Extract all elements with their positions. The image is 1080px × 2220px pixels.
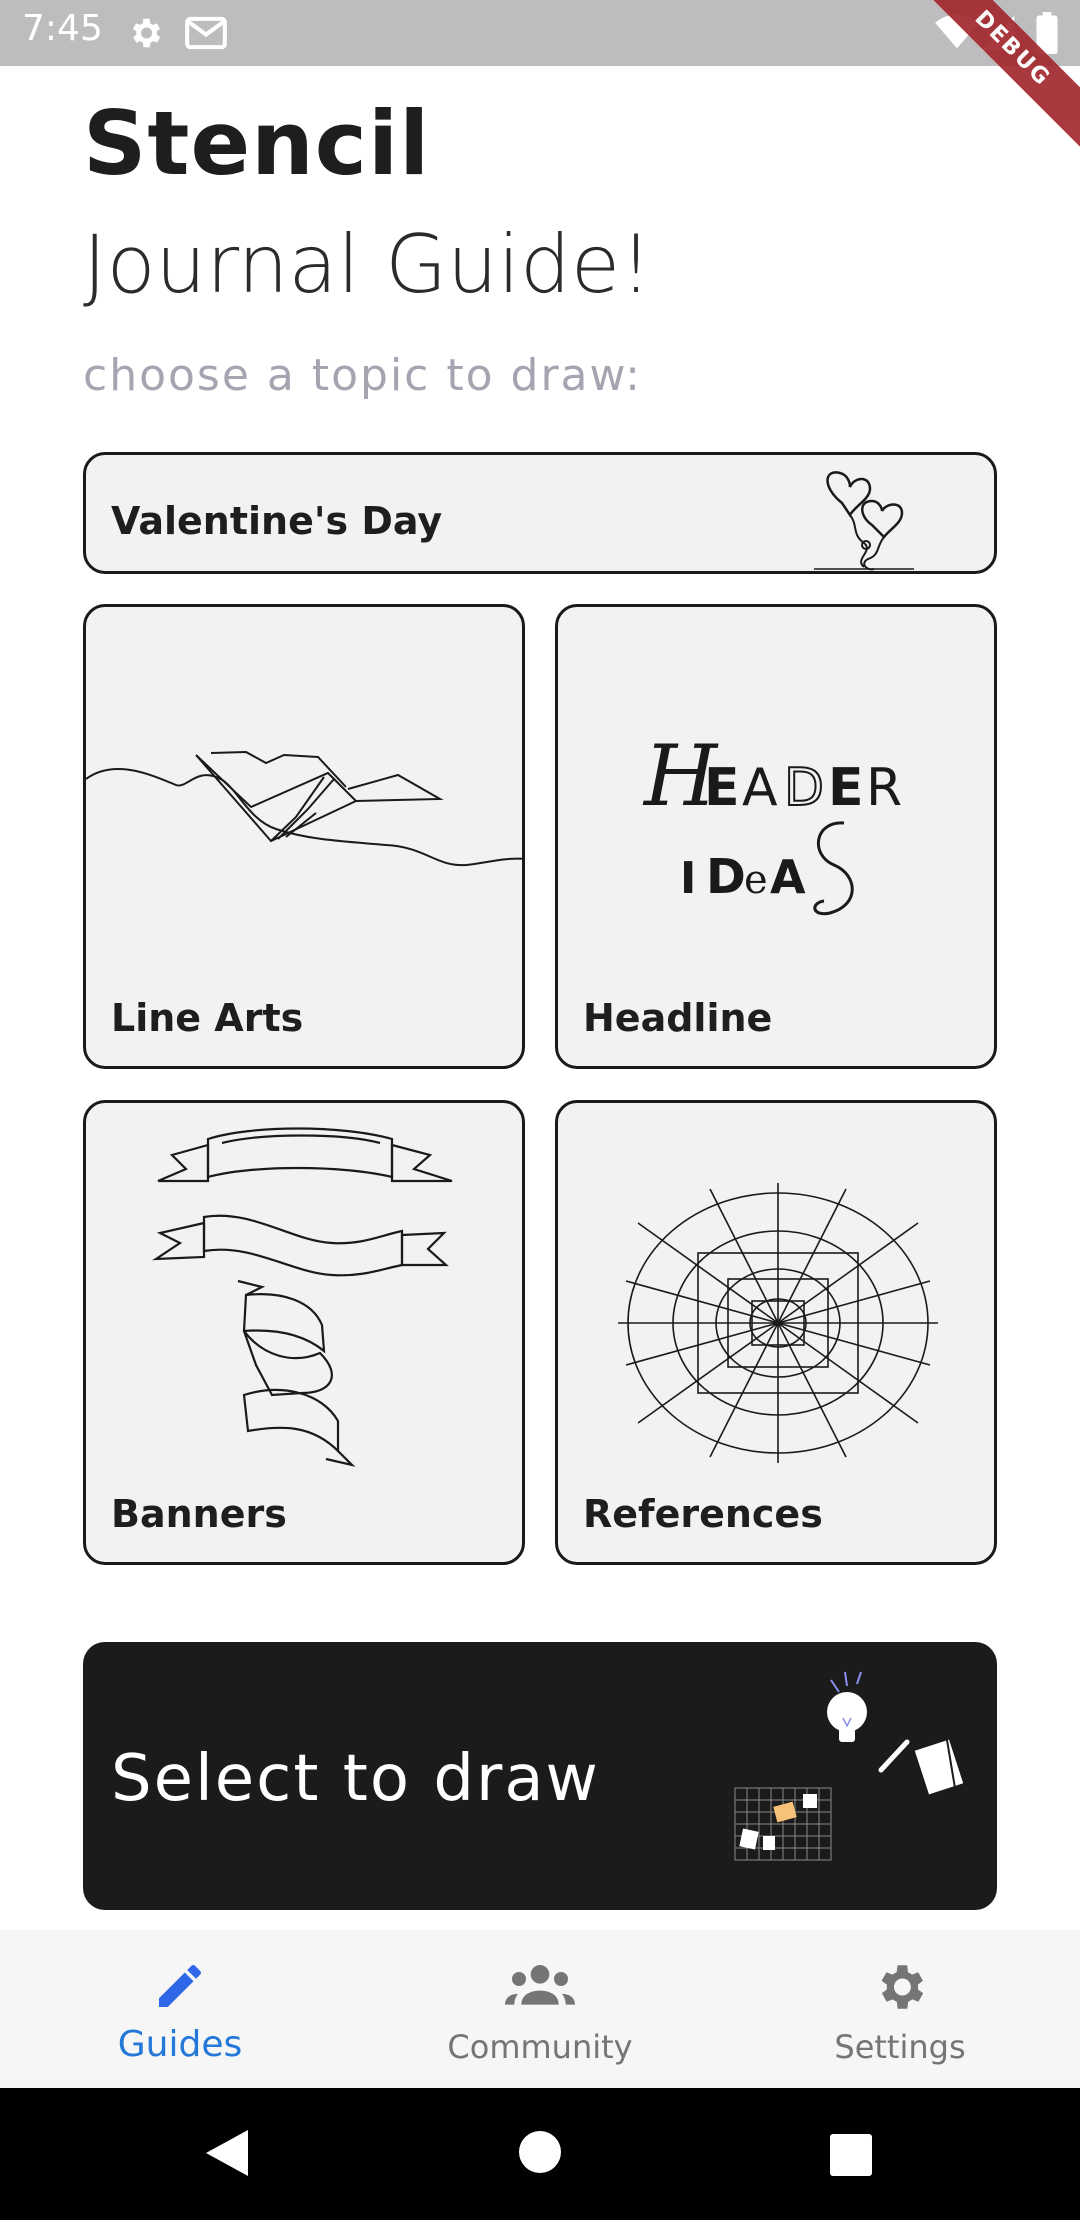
- svg-text:D: D: [784, 758, 824, 818]
- status-bar: 7:45 DEBUG: [0, 0, 1080, 156]
- svg-text:E: E: [828, 758, 864, 818]
- select-to-draw-button[interactable]: Select to draw: [83, 1642, 997, 1910]
- recents-icon[interactable]: [830, 2134, 872, 2181]
- ribbon-banners-illustration: [152, 1125, 462, 1480]
- topic-card-references[interactable]: References: [555, 1100, 997, 1565]
- group-icon: [505, 1958, 575, 2019]
- bottom-navigation: Guides Community Settings: [0, 1930, 1080, 2088]
- cta-label: Select to draw: [111, 1742, 600, 1816]
- topic-prompt: choose a topic to draw:: [83, 350, 642, 401]
- topic-label: Line Arts: [111, 996, 304, 1040]
- heart-balloons-illustration: [804, 463, 934, 571]
- svg-text:R: R: [866, 758, 902, 818]
- header-ideas-lettering: H E A D E R I D e A: [634, 725, 924, 930]
- svg-text:A: A: [770, 850, 806, 904]
- back-icon[interactable]: [204, 2128, 250, 2183]
- system-navigation-bar: [0, 2088, 1080, 2220]
- perspective-grid-illustration: [618, 1183, 938, 1468]
- home-icon[interactable]: [518, 2130, 562, 2179]
- svg-text:D: D: [706, 849, 746, 905]
- drawing-tools-illustration: [733, 1666, 973, 1871]
- svg-text:E: E: [704, 758, 740, 818]
- svg-text:A: A: [742, 758, 778, 818]
- topic-label: Headline: [583, 996, 773, 1040]
- topic-label: Valentine's Day: [111, 499, 443, 543]
- open-book-line-art: [86, 747, 522, 892]
- nav-label: Settings: [834, 2028, 966, 2066]
- nav-tab-community[interactable]: Community: [360, 1930, 720, 2088]
- topic-card-line-arts[interactable]: Line Arts: [83, 604, 525, 1069]
- gmail-icon: [184, 14, 228, 57]
- svg-text:e: e: [744, 857, 768, 903]
- topic-card-headline[interactable]: H E A D E R I D e A Headline: [555, 604, 997, 1069]
- gear-icon: [871, 1958, 929, 2021]
- status-time: 7:45: [22, 8, 103, 49]
- nav-label: Guides: [117, 2024, 243, 2065]
- topic-card-valentines-day[interactable]: Valentine's Day: [83, 452, 997, 574]
- app-title: Stencil: [83, 92, 431, 195]
- pencil-icon: [152, 1958, 208, 2019]
- topic-card-banners[interactable]: Banners: [83, 1100, 525, 1565]
- nav-tab-settings[interactable]: Settings: [720, 1930, 1080, 2088]
- nav-label: Community: [447, 2028, 633, 2066]
- topic-label: Banners: [111, 1492, 287, 1536]
- app-subtitle: Journal Guide!: [83, 218, 653, 311]
- nav-tab-guides[interactable]: Guides: [0, 1930, 360, 2088]
- topic-label: References: [583, 1492, 823, 1536]
- svg-text:I: I: [680, 853, 696, 904]
- gear-icon: [126, 14, 164, 57]
